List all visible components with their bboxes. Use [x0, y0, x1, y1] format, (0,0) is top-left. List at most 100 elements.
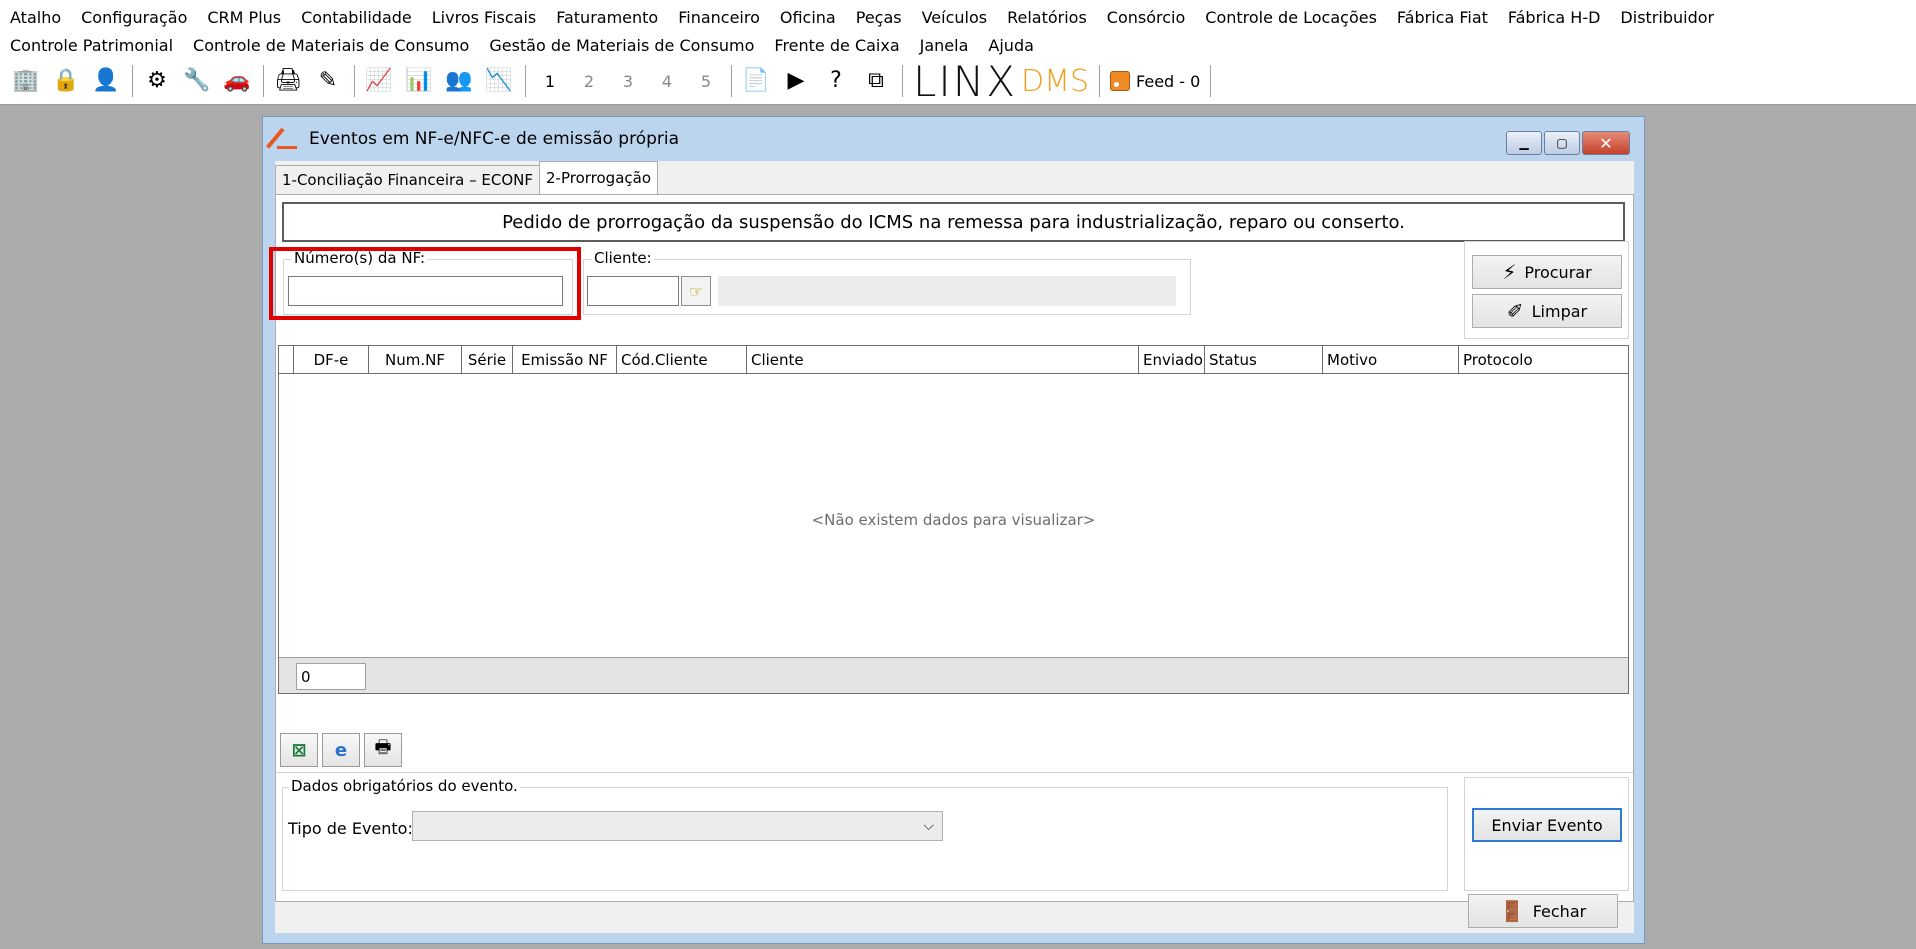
- chevron-down-icon: ⌵: [923, 818, 934, 834]
- linx-logo: LINX: [913, 56, 1017, 106]
- search-button[interactable]: ⚡ Procurar: [1472, 255, 1622, 289]
- window-slot-4[interactable]: 4: [653, 72, 681, 91]
- toolbar: 🏢 🔒 👤 ⚙ 🔧 🚗 🖨 ✎ 📈 📊 👥 📉 1 2 3 4 5 📄 ▶ ? …: [0, 56, 1916, 106]
- client-label: Cliente:: [592, 249, 654, 267]
- eventos-window: Eventos em NF-e/NFC-e de emissão própria…: [262, 116, 1645, 944]
- client-name-field: [718, 276, 1176, 306]
- menu-pecas[interactable]: Peças: [856, 8, 902, 27]
- menu-fabrica-fiat[interactable]: Fábrica Fiat: [1397, 8, 1488, 27]
- menu-faturamento[interactable]: Faturamento: [556, 8, 658, 27]
- window-client: 1-Conciliação Financeira – ECONF 2-Prorr…: [269, 161, 1634, 933]
- window-slot-3[interactable]: 3: [614, 72, 642, 91]
- grid-empty-message: <Não existem dados para visualizar>: [811, 511, 1096, 529]
- send-event-label: Enviar Evento: [1491, 815, 1603, 835]
- menu-distribuidor[interactable]: Distribuidor: [1620, 8, 1714, 27]
- menu-livros-fiscais[interactable]: Livros Fiscais: [432, 8, 536, 27]
- minimize-button[interactable]: ▁: [1506, 131, 1542, 155]
- org-chart-icon[interactable]: 👥: [445, 67, 473, 95]
- print-button[interactable]: 🖶: [364, 733, 402, 767]
- document-icon[interactable]: 📄: [742, 67, 770, 95]
- user-icon[interactable]: 👤: [92, 67, 120, 95]
- menu-ajuda[interactable]: Ajuda: [988, 36, 1034, 55]
- menu-relatorios[interactable]: Relatórios: [1007, 8, 1087, 27]
- browser-icon: e: [334, 739, 348, 761]
- menu-row-2: Controle Patrimonial Controle de Materia…: [0, 31, 1054, 59]
- printer-icon[interactable]: 🖨: [274, 67, 302, 95]
- gears-icon[interactable]: ⚙: [143, 67, 171, 95]
- toolbar-separator: [1099, 65, 1101, 97]
- window-slot-1[interactable]: 1: [536, 72, 564, 91]
- toolbar-separator: [902, 65, 903, 97]
- export-excel-button[interactable]: ⊠: [280, 733, 318, 767]
- menu-controle-patrimonial[interactable]: Controle Patrimonial: [10, 36, 173, 55]
- car-icon[interactable]: 🚗: [223, 67, 251, 95]
- report-icon[interactable]: 📉: [485, 67, 513, 95]
- building-icon[interactable]: 🏢: [12, 67, 40, 95]
- column-num-nf[interactable]: Num.NF: [369, 346, 462, 373]
- windows-icon[interactable]: ⧉: [862, 67, 890, 95]
- client-lookup-button[interactable]: ☞: [681, 276, 711, 306]
- column-cod-cliente[interactable]: Cód.Cliente: [617, 346, 747, 373]
- clear-button[interactable]: ✐ Limpar: [1472, 294, 1622, 328]
- menu-frente-caixa[interactable]: Frente de Caixa: [774, 36, 899, 55]
- toolbar-separator: [263, 65, 264, 97]
- feed-button[interactable]: Feed - 0: [1110, 71, 1200, 91]
- toolbar-separator: [1210, 65, 1212, 97]
- close-window-button[interactable]: ✕: [1582, 131, 1630, 155]
- column-protocolo[interactable]: Protocolo: [1459, 346, 1628, 373]
- column-status[interactable]: Status: [1205, 346, 1323, 373]
- tools-icon[interactable]: 🔧: [183, 67, 211, 95]
- grid-header: DF-e Num.NF Série Emissão NF Cód.Cliente…: [279, 346, 1628, 374]
- menu-gestao-materiais-consumo[interactable]: Gestão de Materiais de Consumo: [489, 36, 754, 55]
- event-type-select[interactable]: ⌵: [412, 811, 943, 841]
- column-cliente[interactable]: Cliente: [747, 346, 1139, 373]
- tab-conciliacao-financeira[interactable]: 1-Conciliação Financeira – ECONF: [275, 165, 540, 194]
- export-html-button[interactable]: e: [322, 733, 360, 767]
- toolbar-separator: [132, 65, 133, 97]
- column-enviado[interactable]: Enviado: [1139, 346, 1205, 373]
- grid-row-selector-header: [279, 346, 294, 373]
- section-divider: [276, 772, 1633, 773]
- menu-controle-materiais-consumo[interactable]: Controle de Materiais de Consumo: [193, 36, 469, 55]
- send-event-button[interactable]: Enviar Evento: [1472, 808, 1622, 842]
- menu-contabilidade[interactable]: Contabilidade: [301, 8, 412, 27]
- window-titlebar[interactable]: Eventos em NF-e/NFC-e de emissão própria…: [263, 117, 1644, 161]
- event-type-label: Tipo de Evento:: [288, 819, 413, 838]
- menu-oficina[interactable]: Oficina: [780, 8, 836, 27]
- menu-row-1: Atalho Configuração CRM Plus Contabilida…: [0, 3, 1734, 31]
- table-chart-icon[interactable]: 📊: [405, 67, 433, 95]
- chart-icon[interactable]: 📈: [365, 67, 393, 95]
- menu-configuracao[interactable]: Configuração: [81, 8, 187, 27]
- toolbar-separator: [525, 65, 526, 97]
- close-button[interactable]: 🚪 Fechar: [1468, 894, 1618, 928]
- menu-fabrica-hd[interactable]: Fábrica H-D: [1508, 8, 1601, 27]
- menu-consorcio[interactable]: Consórcio: [1107, 8, 1185, 27]
- feed-label: Feed - 0: [1136, 71, 1201, 91]
- column-serie[interactable]: Série: [462, 346, 513, 373]
- menu-atalho[interactable]: Atalho: [10, 8, 61, 27]
- help-icon[interactable]: ?: [822, 67, 850, 95]
- window-slot-2[interactable]: 2: [575, 72, 603, 91]
- menu-veiculos[interactable]: Veículos: [922, 8, 988, 27]
- menu-financeiro[interactable]: Financeiro: [678, 8, 760, 27]
- edit-icon[interactable]: ✎: [314, 67, 342, 95]
- tab-strip: 1-Conciliação Financeira – ECONF 2-Prorr…: [275, 161, 658, 194]
- menu-controle-locacoes[interactable]: Controle de Locações: [1205, 8, 1377, 27]
- column-emissao-nf[interactable]: Emissão NF: [513, 346, 617, 373]
- search-button-label: Procurar: [1524, 262, 1592, 282]
- column-motivo[interactable]: Motivo: [1323, 346, 1459, 373]
- dms-logo: DMS: [1020, 63, 1090, 99]
- page-banner: Pedido de prorrogação da suspensão do IC…: [282, 202, 1625, 242]
- lock-icon[interactable]: 🔒: [52, 67, 80, 95]
- client-code-input[interactable]: [587, 276, 679, 306]
- menu-janela[interactable]: Janela: [920, 36, 969, 55]
- close-button-label: Fechar: [1532, 901, 1587, 921]
- window-slot-5[interactable]: 5: [692, 72, 720, 91]
- menu-crm-plus[interactable]: CRM Plus: [207, 8, 281, 27]
- play-icon[interactable]: ▶: [782, 67, 810, 95]
- column-dfe[interactable]: DF-e: [294, 346, 369, 373]
- toolbar-separator: [731, 65, 732, 97]
- printer-icon: 🖶: [374, 737, 392, 758]
- tab-prorrogacao[interactable]: 2-Prorrogação: [539, 161, 658, 194]
- maximize-button[interactable]: ▢: [1544, 131, 1580, 155]
